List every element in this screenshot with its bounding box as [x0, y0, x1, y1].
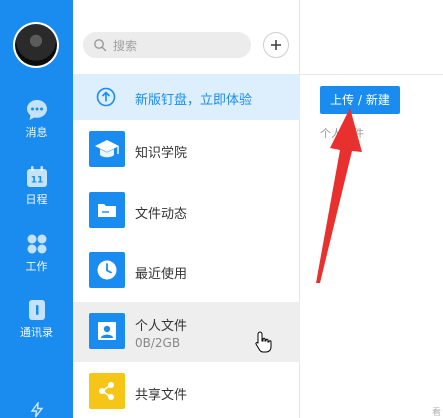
rail-label-work: 工作	[25, 260, 48, 273]
person-icon	[89, 313, 125, 349]
hand-cursor-icon	[255, 331, 272, 353]
rail-label-messages: 消息	[25, 126, 48, 139]
list-item-label: 文件动态	[135, 207, 188, 222]
list-item-label: 共享文件	[135, 388, 188, 403]
rail-item-messages[interactable]: 消息	[0, 98, 73, 139]
new-drive-promo[interactable]: 新版钉盘，立即体验	[73, 74, 300, 120]
corner-mark: 看	[431, 408, 441, 418]
avatar-photo	[15, 24, 57, 66]
upload-new-button[interactable]: 上传 / 新建	[320, 86, 400, 114]
rail-item-calendar[interactable]: 11 日程	[0, 165, 73, 206]
list-item-knowledge[interactable]: 知识学院	[73, 120, 300, 180]
app-window: 消息 11 日程 工作 通讯录 搜索 新版钉盘，立即体验 知识学院 文件动态 最…	[0, 0, 443, 418]
apps-grid-icon	[27, 234, 46, 254]
rail-item-work[interactable]: 工作	[0, 232, 73, 273]
search-placeholder: 搜索	[113, 39, 138, 53]
add-button[interactable]	[263, 32, 289, 58]
list-item-label: 最近使用	[135, 267, 188, 282]
rail-label-contacts: 通讯录	[20, 326, 53, 339]
content-divider	[300, 74, 443, 75]
rail-item-bottom[interactable]	[0, 402, 73, 418]
calendar-icon: 11	[26, 166, 47, 187]
lightning-icon	[30, 402, 43, 418]
list-item-file-activity[interactable]: 文件动态	[73, 181, 300, 241]
list-item-recent[interactable]: 最近使用	[73, 241, 300, 301]
search-input[interactable]: 搜索	[83, 32, 251, 58]
list-item-label: 个人文件	[135, 319, 188, 334]
upload-circle-icon	[96, 87, 116, 107]
breadcrumb: 个人文件	[320, 127, 364, 140]
plus-icon	[271, 40, 281, 50]
calendar-badge: 11	[30, 176, 43, 186]
list-item-shared-files[interactable]: 共享文件	[73, 362, 300, 418]
rail-label-calendar: 日程	[25, 193, 48, 206]
clock-icon	[89, 252, 125, 288]
rail-item-contacts[interactable]: 通讯录	[0, 298, 73, 339]
list-item-label: 知识学院	[135, 146, 188, 161]
promo-label: 新版钉盘，立即体验	[135, 93, 253, 108]
avatar[interactable]	[13, 22, 59, 68]
graduation-cap-icon	[89, 131, 125, 167]
file-nav-column: 搜索 新版钉盘，立即体验 知识学院 文件动态 最近使用 个人文件 0B/2GB …	[73, 0, 300, 418]
content-pane: 上传 / 新建 个人文件 看	[300, 0, 443, 418]
contacts-icon	[28, 300, 45, 320]
folder-icon	[89, 192, 125, 228]
left-rail: 消息 11 日程 工作 通讯录	[0, 0, 73, 418]
search-icon	[94, 39, 107, 52]
storage-usage: 0B/2GB	[135, 336, 181, 350]
share-icon	[89, 373, 125, 409]
chat-bubble-icon	[26, 100, 47, 120]
